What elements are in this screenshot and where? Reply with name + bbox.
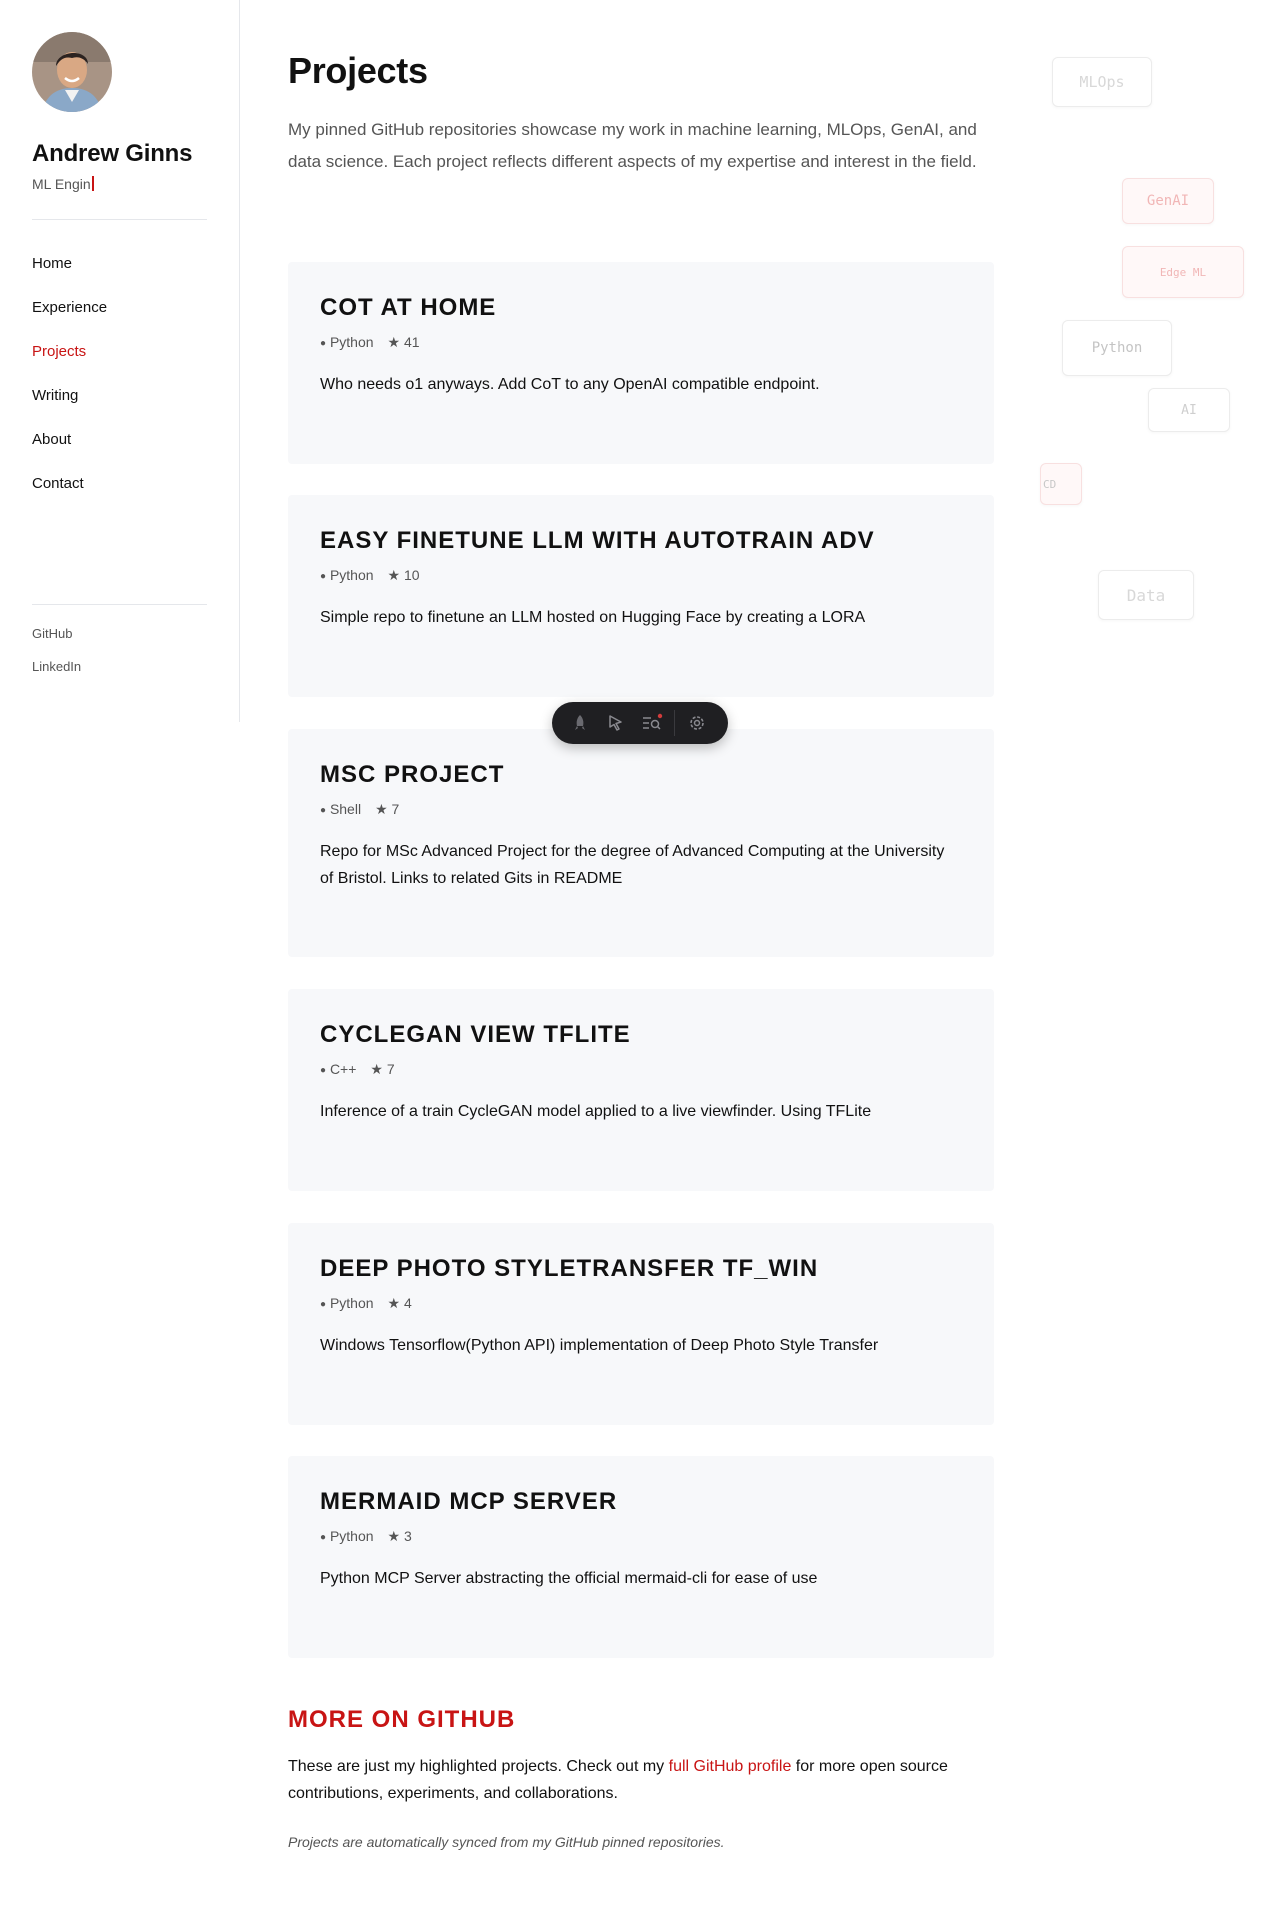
project-card[interactable]: MSC PROJECT ● Shell ★ 7 Repo for MSc Adva…: [288, 729, 994, 957]
project-description: Repo for MSc Advanced Project for the de…: [320, 843, 945, 887]
project-language: Python: [329, 567, 374, 583]
nav-item-home[interactable]: Home: [32, 254, 207, 298]
language-dot-icon: ●: [320, 338, 327, 349]
project-meta: ● C++ ★ 7: [320, 1061, 962, 1078]
nav-item-projects[interactable]: Projects: [32, 342, 207, 386]
floating-tag-ai: AI: [1148, 388, 1230, 432]
project-description: Windows Tensorflow(Python API) implement…: [320, 1337, 879, 1354]
page-intro: My pinned GitHub repositories showcase m…: [288, 120, 977, 171]
social-divider: [32, 604, 207, 605]
project-stars: ★ 10: [387, 567, 420, 583]
sync-footnote: Projects are automatically synced from m…: [288, 1834, 725, 1850]
language-dot-icon: ●: [320, 571, 327, 582]
typing-cursor: [91, 176, 94, 191]
project-stars: ★ 7: [370, 1061, 395, 1077]
project-language: Python: [329, 1528, 374, 1544]
project-meta: ● Python ★ 3: [320, 1528, 962, 1545]
floating-tag-cd: CD: [1040, 463, 1082, 505]
floating-tag-data: Data: [1098, 570, 1194, 620]
project-card[interactable]: EASY FINETUNE LLM WITH AUTOTRAIN ADV ● P…: [288, 495, 994, 697]
profile-role-text: ML Engin: [32, 176, 91, 192]
project-meta: ● Python ★ 4: [320, 1295, 962, 1312]
nav-item-experience[interactable]: Experience: [32, 298, 207, 342]
sidebar-divider: [32, 219, 207, 220]
nav-item-writing[interactable]: Writing: [32, 386, 207, 430]
project-title[interactable]: CYCLEGAN VIEW TFLITE: [320, 1021, 962, 1049]
linkedin-link[interactable]: LinkedIn: [32, 659, 81, 692]
search-list-icon[interactable]: [634, 705, 670, 741]
project-card[interactable]: DEEP PHOTO STYLETRANSFER TF_WIN ● Python…: [288, 1223, 994, 1425]
project-description: Python MCP Server abstracting the offici…: [320, 1570, 818, 1587]
floating-tag-genai: GenAI: [1122, 178, 1214, 224]
project-meta: ● Shell ★ 7: [320, 801, 962, 818]
floating-toolbar: [552, 702, 728, 744]
github-link[interactable]: GitHub: [32, 626, 81, 659]
project-card[interactable]: MERMAID MCP SERVER ● Python ★ 3 Python MC…: [288, 1456, 994, 1658]
language-dot-icon: ●: [320, 805, 327, 816]
more-text-before: These are just my highlighted projects. …: [288, 1758, 669, 1775]
language-dot-icon: ●: [320, 1065, 327, 1076]
nav-item-about[interactable]: About: [32, 430, 207, 474]
project-meta: ● Python ★ 10: [320, 567, 962, 584]
project-stars: ★ 41: [387, 334, 420, 350]
project-card[interactable]: CYCLEGAN VIEW TFLITE ● C++ ★ 7 Inference …: [288, 989, 994, 1191]
project-language: C++: [329, 1061, 357, 1077]
language-dot-icon: ●: [320, 1299, 327, 1310]
profile-role: ML Engin: [32, 176, 207, 192]
avatar[interactable]: [32, 32, 112, 112]
github-profile-link[interactable]: full GitHub profile: [669, 1758, 792, 1775]
main-nav: Home Experience Projects Writing About C…: [32, 254, 207, 518]
project-title[interactable]: COT AT HOME: [320, 294, 962, 322]
project-language: Shell: [329, 801, 362, 817]
social-links: GitHub LinkedIn: [32, 626, 81, 692]
toolbar-separator: [674, 710, 675, 736]
main-content: Projects My pinned GitHub repositories s…: [288, 0, 994, 178]
project-language: Python: [329, 1295, 374, 1311]
more-on-github-heading: MORE ON GITHUB: [288, 1706, 516, 1733]
page-title: Projects: [288, 50, 428, 91]
project-title[interactable]: MERMAID MCP SERVER: [320, 1488, 962, 1516]
project-stars: ★ 7: [375, 801, 400, 817]
project-description: Inference of a train CycleGAN model appl…: [320, 1103, 872, 1120]
cursor-select-icon[interactable]: [598, 705, 634, 741]
more-on-github-text: These are just my highlighted projects. …: [288, 1753, 1008, 1807]
rocket-icon[interactable]: [562, 705, 598, 741]
sidebar: Andrew Ginns ML Engin Home Experience Pr…: [0, 0, 240, 722]
language-dot-icon: ●: [320, 1532, 327, 1543]
project-stars: ★ 3: [387, 1528, 412, 1544]
project-language: Python: [329, 334, 374, 350]
project-stars: ★ 4: [387, 1295, 412, 1311]
floating-tag-edge-ml: Edge ML: [1122, 246, 1244, 298]
project-description: Who needs o1 anyways. Add CoT to any Ope…: [320, 376, 820, 393]
nav-item-contact[interactable]: Contact: [32, 474, 207, 518]
project-title[interactable]: EASY FINETUNE LLM WITH AUTOTRAIN ADV: [320, 527, 962, 555]
floating-tag-mlops: MLOps: [1052, 57, 1152, 107]
project-card[interactable]: COT AT HOME ● Python ★ 41 Who needs o1 an…: [288, 262, 994, 464]
floating-tag-python: Python: [1062, 320, 1172, 376]
gear-icon[interactable]: [679, 705, 715, 741]
project-title[interactable]: DEEP PHOTO STYLETRANSFER TF_WIN: [320, 1255, 962, 1283]
profile-name: Andrew Ginns: [32, 140, 193, 167]
project-meta: ● Python ★ 41: [320, 334, 962, 351]
project-title[interactable]: MSC PROJECT: [320, 761, 962, 789]
project-description: Simple repo to finetune an LLM hosted on…: [320, 609, 866, 626]
